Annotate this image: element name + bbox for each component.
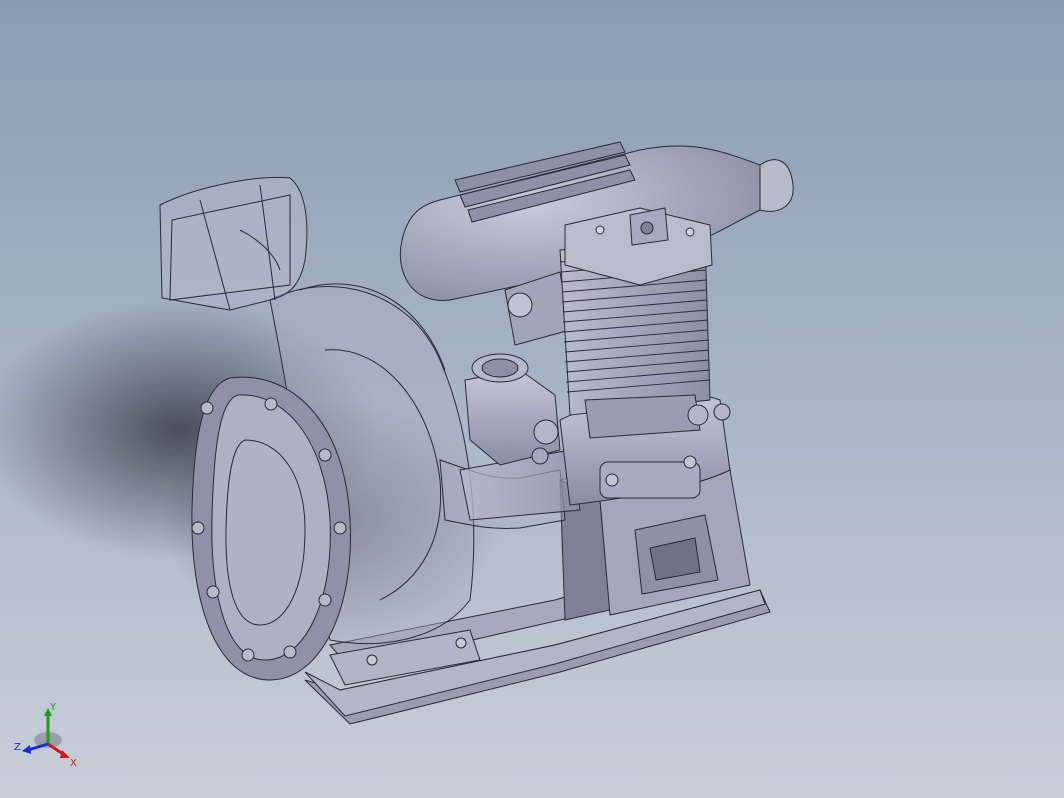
- orientation-triad[interactable]: Y X Z: [14, 700, 84, 770]
- z-axis-arrowhead: [22, 745, 31, 754]
- carburetor[interactable]: [464, 353, 561, 466]
- x-axis-label: X: [70, 758, 77, 769]
- z-axis-label: Z: [14, 742, 21, 753]
- y-axis-label: Y: [49, 702, 57, 713]
- outlet-duct[interactable]: [159, 177, 308, 311]
- model-scene[interactable]: [0, 0, 1064, 798]
- graphics-viewport[interactable]: Y X Z: [0, 0, 1064, 798]
